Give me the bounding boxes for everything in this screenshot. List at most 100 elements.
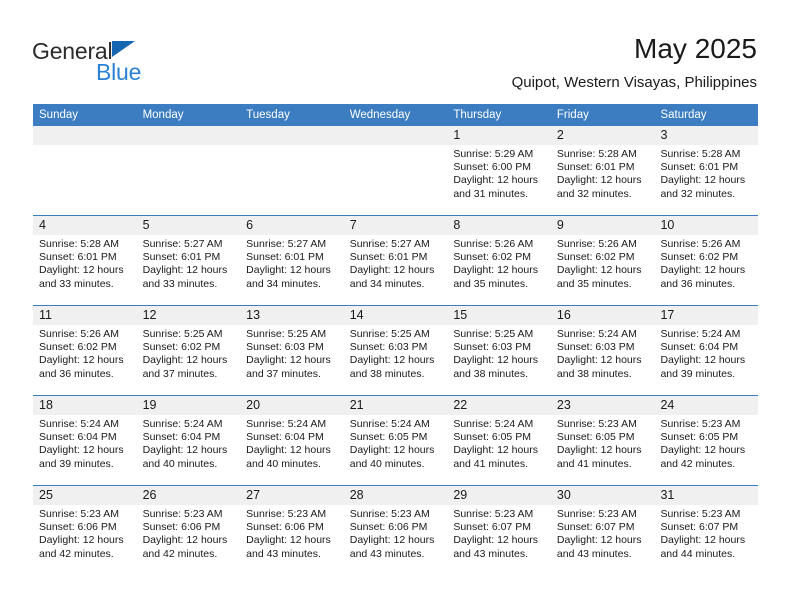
day-cell[interactable]: Sunrise: 5:24 AM Sunset: 6:04 PM Daylight:… [654,325,758,395]
day-detail-line: Sunset: 6:02 PM [142,341,221,354]
day-number[interactable]: 10 [654,216,758,235]
day-cell[interactable]: Sunrise: 5:24 AM Sunset: 6:03 PM Daylight:… [551,325,655,395]
day-cell[interactable]: Sunrise: 5:28 AM Sunset: 6:01 PM Daylight:… [654,145,758,215]
day-detail-line: Daylight: 12 hours [556,354,642,367]
calendar-table: Sunday Monday Tuesday Wednesday Thursday Frid… [33,104,758,575]
day-cell[interactable]: Sunrise: 5:24 AM Sunset: 6:05 PM Daylight:… [447,415,551,485]
day-cell[interactable]: Sunrise: 5:25 AM Sunset: 6:03 PM Daylight:… [447,325,551,395]
triangle-icon [112,41,136,57]
day-number[interactable]: 2 [551,126,655,145]
day-number[interactable]: 4 [33,216,137,235]
brand-logo[interactable]: General Blue [32,38,262,90]
day-detail-line: Sunrise: 5:29 AM [453,148,534,160]
day-detail-line: Daylight: 12 hours [556,534,642,547]
day-detail-band: Sunrise: 5:26 AM Sunset: 6:02 PM Daylight:… [33,325,758,395]
day-detail-line: Daylight: 12 hours [39,534,124,547]
day-detail-line: Sunrise: 5:24 AM [556,328,637,340]
day-number[interactable]: 31 [654,486,758,505]
day-cell[interactable]: Sunrise: 5:23 AM Sunset: 6:05 PM Daylight:… [551,415,655,485]
day-detail-line: Sunrise: 5:23 AM [142,508,223,520]
day-number[interactable]: 19 [137,396,241,415]
day-cell[interactable]: Sunrise: 5:24 AM Sunset: 6:04 PM Daylight:… [33,415,137,485]
day-detail-line: Sunrise: 5:23 AM [39,508,119,520]
page-title: May 2025 [634,33,757,64]
day-detail-line: Sunrise: 5:24 AM [349,418,430,430]
day-number[interactable]: 16 [551,306,655,325]
day-number[interactable]: 3 [654,126,758,145]
day-detail-line: Sunset: 6:04 PM [660,341,739,354]
day-number[interactable]: 9 [551,216,655,235]
day-number[interactable]: 6 [240,216,344,235]
day-cell[interactable]: Sunrise: 5:27 AM Sunset: 6:01 PM Daylight:… [137,235,241,305]
calendar-page: General Blue May 2025 Quipot, Western Vi… [0,0,792,612]
day-number[interactable]: 20 [240,396,344,415]
day-detail-line: Sunrise: 5:23 AM [349,508,430,520]
day-number-band: 123 [33,126,758,145]
day-cell[interactable]: Sunrise: 5:23 AM Sunset: 6:07 PM Daylight:… [447,505,551,575]
day-number[interactable]: 18 [33,396,137,415]
day-detail-band: Sunrise: 5:23 AM Sunset: 6:06 PM Daylight:… [33,505,758,575]
day-number[interactable]: 15 [447,306,551,325]
day-number[interactable]: 17 [654,306,758,325]
day-detail-line: Daylight: 12 hours [246,534,331,547]
day-detail-line: Daylight: 12 hours [39,354,124,367]
day-number[interactable]: 1 [447,126,551,145]
day-number[interactable]: 29 [447,486,551,505]
day-cell[interactable]: Sunrise: 5:23 AM Sunset: 6:06 PM Daylight:… [344,505,448,575]
day-detail-line: Daylight: 12 hours [142,534,228,547]
day-cell[interactable]: Sunrise: 5:23 AM Sunset: 6:06 PM Daylight:… [137,505,241,575]
day-detail-line: Sunset: 6:03 PM [246,341,324,354]
day-number[interactable]: 7 [344,216,448,235]
day-cell[interactable]: Sunrise: 5:28 AM Sunset: 6:01 PM Daylight:… [551,145,655,215]
day-cell[interactable]: Sunrise: 5:23 AM Sunset: 6:07 PM Daylight:… [551,505,655,575]
brand-name-blue: Blue [96,59,142,85]
day-detail-line: and 40 minutes. [142,457,218,470]
day-detail-line: Sunrise: 5:25 AM [246,328,327,340]
day-detail-line: and 37 minutes. [142,367,218,380]
day-cell[interactable]: Sunrise: 5:29 AM Sunset: 6:00 PM Daylight:… [447,145,551,215]
day-number[interactable]: 8 [447,216,551,235]
day-number[interactable]: 5 [137,216,241,235]
day-cell[interactable]: Sunrise: 5:27 AM Sunset: 6:01 PM Daylight:… [240,235,344,305]
day-cell[interactable]: Sunrise: 5:23 AM Sunset: 6:06 PM Daylight:… [33,505,137,575]
day-detail-line: and 33 minutes. [142,277,218,290]
day-number[interactable]: 27 [240,486,344,505]
day-number[interactable]: 24 [654,396,758,415]
day-cell[interactable]: Sunrise: 5:24 AM Sunset: 6:05 PM Daylight:… [344,415,448,485]
day-detail-line: and 35 minutes. [453,277,529,290]
day-cell[interactable]: Sunrise: 5:26 AM Sunset: 6:02 PM Daylight:… [654,235,758,305]
day-number[interactable]: 26 [137,486,241,505]
day-cell[interactable]: Sunrise: 5:23 AM Sunset: 6:06 PM Daylight:… [240,505,344,575]
page-subtitle: Quipot, Western Visayas, Philippines [511,74,757,91]
day-cell[interactable]: Sunrise: 5:28 AM Sunset: 6:01 PM Daylight:… [33,235,137,305]
day-detail-line: Sunset: 6:06 PM [142,521,221,534]
day-cell[interactable]: Sunrise: 5:27 AM Sunset: 6:01 PM Daylight:… [344,235,448,305]
day-number[interactable]: 13 [240,306,344,325]
day-detail-line: Sunrise: 5:26 AM [660,238,741,250]
day-cell[interactable]: Sunrise: 5:26 AM Sunset: 6:02 PM Daylight:… [447,235,551,305]
day-detail-line: Daylight: 12 hours [142,264,228,277]
day-number[interactable]: 23 [551,396,655,415]
day-cell[interactable]: Sunrise: 5:26 AM Sunset: 6:02 PM Daylight:… [551,235,655,305]
day-detail-line: Daylight: 12 hours [349,264,435,277]
day-cell[interactable]: Sunrise: 5:26 AM Sunset: 6:02 PM Daylight:… [33,325,137,395]
day-number[interactable]: 11 [33,306,137,325]
day-number[interactable]: 14 [344,306,448,325]
day-detail-line: and 32 minutes. [556,187,632,200]
day-detail-line: Sunset: 6:04 PM [39,431,117,444]
day-cell[interactable]: Sunrise: 5:23 AM Sunset: 6:07 PM Daylight:… [654,505,758,575]
day-cell[interactable]: Sunrise: 5:25 AM Sunset: 6:03 PM Daylight:… [344,325,448,395]
day-number[interactable]: 12 [137,306,241,325]
day-detail-line: Sunrise: 5:24 AM [142,418,223,430]
day-number[interactable]: 28 [344,486,448,505]
day-number[interactable]: 25 [33,486,137,505]
day-detail-line: and 43 minutes. [556,547,632,560]
day-cell[interactable]: Sunrise: 5:24 AM Sunset: 6:04 PM Daylight:… [240,415,344,485]
day-number[interactable]: 21 [344,396,448,415]
day-number[interactable]: 30 [551,486,655,505]
day-cell[interactable]: Sunrise: 5:24 AM Sunset: 6:04 PM Daylight:… [137,415,241,485]
day-cell[interactable]: Sunrise: 5:25 AM Sunset: 6:03 PM Daylight:… [240,325,344,395]
day-number[interactable]: 22 [447,396,551,415]
day-cell[interactable]: Sunrise: 5:23 AM Sunset: 6:05 PM Daylight:… [654,415,758,485]
day-cell[interactable]: Sunrise: 5:25 AM Sunset: 6:02 PM Daylight:… [137,325,241,395]
